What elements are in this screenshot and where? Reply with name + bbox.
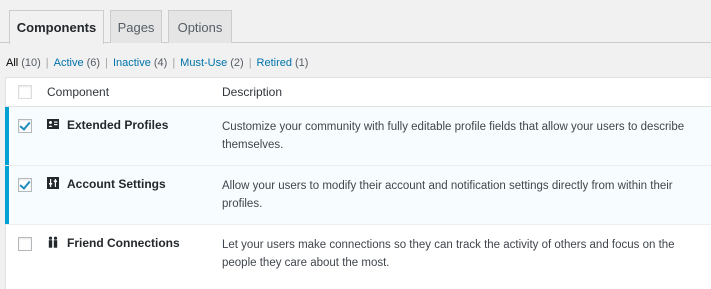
- component-description: Let your users make connections so they …: [222, 239, 675, 269]
- component-name: Extended Profiles: [67, 118, 169, 132]
- filter-all-count: (10): [21, 57, 41, 69]
- component-description: Customize your community with fully edit…: [222, 121, 685, 151]
- filter-separator: |: [105, 57, 108, 69]
- table-row: Account Settings Allow your users to mod…: [5, 166, 711, 225]
- profile-card-icon: [47, 119, 59, 129]
- settings-sliders-icon: [47, 177, 59, 189]
- filter-separator: |: [248, 57, 252, 69]
- filter-must-use[interactable]: Must-Use: [180, 57, 227, 69]
- filter-inactive[interactable]: Inactive: [113, 57, 151, 69]
- table-header: Component Description: [6, 78, 711, 107]
- filter-retired[interactable]: Retired: [257, 57, 292, 69]
- component-checkbox[interactable]: [18, 178, 32, 192]
- filter-separator: |: [172, 57, 176, 69]
- filter-must-use-count: (2): [230, 57, 244, 69]
- component-checkbox[interactable]: [18, 237, 32, 251]
- filter-active[interactable]: Active: [54, 57, 84, 69]
- filter-separator: |: [45, 57, 49, 69]
- component-tabs: Components Pages Options: [0, 0, 711, 44]
- status-filters: All (10) | Active (6) | Inactive (4) | M…: [6, 56, 308, 70]
- component-name: Account Settings: [67, 177, 166, 191]
- component-name: Friend Connections: [67, 236, 180, 250]
- component-description: Allow your users to modify their account…: [222, 180, 673, 210]
- filter-all[interactable]: All: [6, 57, 18, 69]
- table-row: Extended Profiles Customize your communi…: [5, 107, 711, 166]
- filter-retired-count: (1): [295, 57, 309, 69]
- select-all-checkbox[interactable]: [18, 85, 32, 99]
- component-checkbox[interactable]: [18, 119, 32, 133]
- table-row: Friend Connections Let your users make c…: [6, 225, 711, 289]
- tab-options[interactable]: Options: [168, 10, 232, 43]
- tab-pages[interactable]: Pages: [110, 10, 162, 43]
- friends-icon: [48, 236, 58, 248]
- filter-active-count: (6): [86, 57, 101, 69]
- components-table: Component Description Extended Profiles …: [5, 77, 711, 289]
- filter-inactive-count: (4): [153, 57, 168, 69]
- column-header-component: Component: [47, 85, 110, 99]
- tab-components[interactable]: Components: [9, 10, 104, 44]
- column-header-description: Description: [222, 85, 283, 99]
